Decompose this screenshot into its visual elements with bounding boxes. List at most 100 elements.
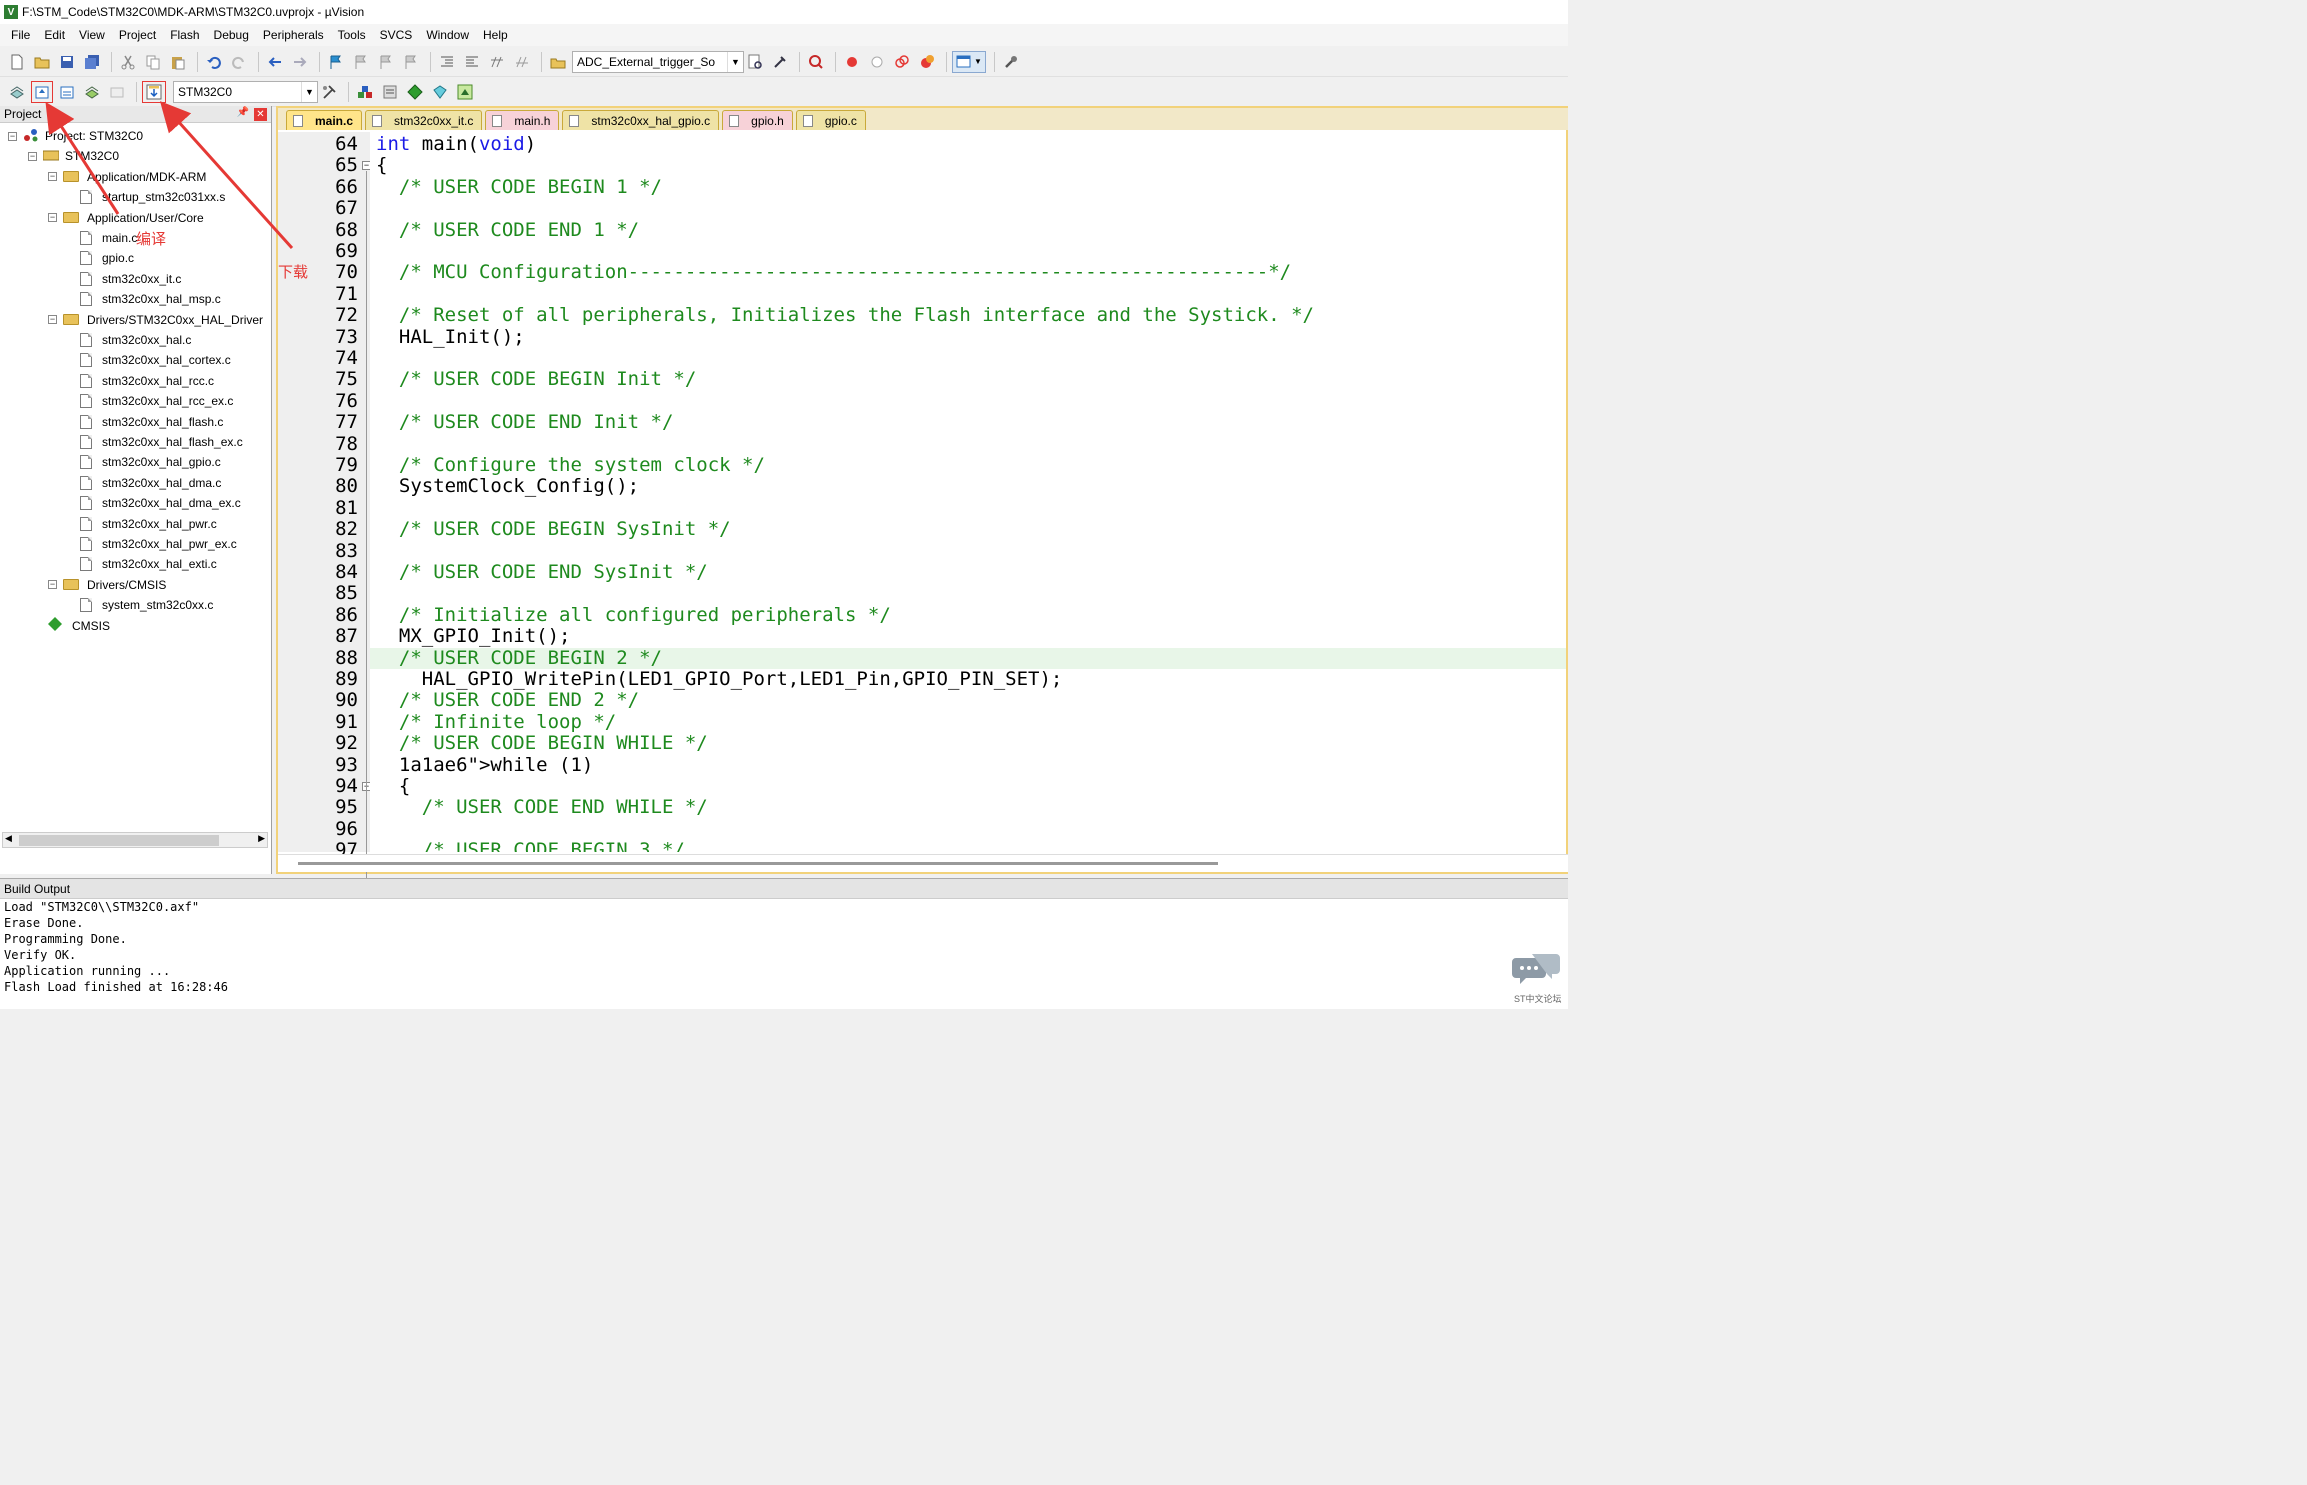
menu-edit[interactable]: Edit	[37, 24, 72, 46]
code-line[interactable]: /* USER CODE BEGIN 3 */	[376, 840, 685, 852]
tree-file-item[interactable]: stm32c0xx_it.c	[80, 269, 181, 289]
target-combo[interactable]: STM32C0 ▼	[173, 80, 318, 103]
tree-file-item[interactable]: stm32c0xx_hal_rcc.c	[80, 371, 214, 391]
breakpoint-insert-icon[interactable]	[841, 51, 863, 73]
collapse-icon[interactable]: −	[48, 213, 57, 223]
tree-folder-item[interactable]: − Drivers/STM32C0xx_HAL_Driver	[48, 310, 263, 330]
window-layout-dropdown[interactable]: ▼	[952, 50, 986, 73]
new-file-icon[interactable]	[6, 51, 28, 73]
bookmark-clear-icon[interactable]	[400, 51, 422, 73]
undo-icon[interactable]	[203, 51, 225, 73]
bookmark-prev-icon[interactable]	[350, 51, 372, 73]
nav-back-icon[interactable]	[264, 51, 286, 73]
run-time-env-icon[interactable]	[454, 81, 476, 103]
select-packs-icon[interactable]	[429, 81, 451, 103]
editor-tab-gpio-c[interactable]: gpio.c	[795, 110, 866, 130]
code-line[interactable]: MX_GPIO_Init();	[376, 626, 571, 647]
scrollbar-thumb[interactable]	[19, 835, 219, 846]
build-button[interactable]	[31, 80, 53, 103]
code-line[interactable]: /* Infinite loop */	[376, 711, 616, 733]
tree-file-item[interactable]: stm32c0xx_hal_gpio.c	[80, 452, 221, 472]
save-all-icon[interactable]	[81, 51, 103, 73]
tree-folder-item[interactable]: − Application/MDK-ARM	[48, 167, 206, 187]
chevron-down-icon[interactable]: ▼	[727, 51, 743, 72]
menu-tools[interactable]: Tools	[331, 24, 373, 46]
code-line[interactable]: HAL_GPIO_WritePin(LED1_GPIO_Port,LED1_Pi…	[376, 669, 1063, 690]
close-icon[interactable]: ✕	[254, 108, 267, 121]
tree-file-item[interactable]: stm32c0xx_hal_dma_ex.c	[80, 493, 241, 513]
open-folder-icon[interactable]	[31, 51, 53, 73]
batch-build-icon[interactable]	[81, 81, 103, 103]
tree-folder-item[interactable]: − Application/User/Core	[48, 208, 204, 228]
tree-file-item[interactable]: main.c	[80, 228, 137, 248]
code-line[interactable]: /* USER CODE BEGIN WHILE */	[376, 733, 708, 754]
chevron-down-icon[interactable]: ▼	[301, 81, 317, 102]
scroll-right-icon[interactable]: ▶	[258, 833, 265, 844]
tree-file-item[interactable]: stm32c0xx_hal_exti.c	[80, 554, 217, 574]
translate-icon[interactable]	[6, 81, 28, 103]
scroll-left-icon[interactable]: ◀	[5, 833, 12, 844]
code-line[interactable]: /* USER CODE END SysInit */	[376, 562, 708, 583]
scrollbar-thumb[interactable]	[298, 862, 1218, 865]
cut-icon[interactable]	[117, 51, 139, 73]
collapse-icon[interactable]: −	[48, 172, 57, 182]
debug-settings-icon[interactable]	[769, 51, 791, 73]
code-line[interactable]: {	[376, 776, 410, 797]
pack-installer-icon[interactable]	[404, 81, 426, 103]
editor-tab-main-c[interactable]: main.c	[286, 110, 363, 130]
tree-file-item[interactable]: stm32c0xx_hal_flash_ex.c	[80, 432, 243, 452]
comment-icon[interactable]	[486, 51, 508, 73]
redo-icon[interactable]	[228, 51, 250, 73]
collapse-icon[interactable]: −	[48, 315, 57, 325]
code-line[interactable]: {	[376, 155, 387, 176]
tree-file-item[interactable]: gpio.c	[80, 248, 134, 268]
nav-forward-icon[interactable]	[289, 51, 311, 73]
tree-file-item[interactable]: stm32c0xx_hal_pwr.c	[80, 514, 217, 534]
manage-components-icon[interactable]	[354, 81, 376, 103]
menu-svcs[interactable]: SVCS	[373, 24, 420, 46]
menu-project[interactable]: Project	[112, 24, 163, 46]
editor-tab-main-h[interactable]: main.h	[485, 110, 560, 130]
paste-icon[interactable]	[167, 51, 189, 73]
code-line[interactable]: /* MCU Configuration--------------------…	[376, 262, 1291, 283]
copy-icon[interactable]	[142, 51, 164, 73]
incremental-find-icon[interactable]	[744, 51, 766, 73]
tree-component-item[interactable]: CMSIS	[48, 616, 110, 636]
pin-icon[interactable]: 📌	[237, 107, 249, 118]
code-line[interactable]: /* USER CODE BEGIN SysInit */	[376, 519, 731, 540]
editor-horizontal-scrollbar[interactable]	[278, 854, 1568, 872]
tree-file-item[interactable]: startup_stm32c031xx.s	[80, 187, 225, 207]
menu-view[interactable]: View	[72, 24, 112, 46]
code-line[interactable]: /* USER CODE END WHILE */	[376, 797, 708, 818]
bookmark-next-icon[interactable]	[375, 51, 397, 73]
collapse-icon[interactable]: −	[8, 131, 17, 141]
target-options-icon[interactable]	[318, 81, 340, 103]
code-area[interactable]: int main(void){ /* USER CODE BEGIN 1 */ …	[370, 132, 1566, 852]
code-line[interactable]: /* USER CODE END Init */	[376, 412, 674, 433]
tree-root-item[interactable]: − Project: STM32C0	[8, 126, 143, 146]
horizontal-scrollbar[interactable]: ◀ ▶	[2, 832, 268, 848]
breakpoint-disable-all-icon[interactable]	[891, 51, 913, 73]
indent-icon[interactable]	[436, 51, 458, 73]
uncomment-icon[interactable]	[511, 51, 533, 73]
tree-file-item[interactable]: system_stm32c0xx.c	[80, 595, 213, 615]
tree-file-item[interactable]: stm32c0xx_hal_flash.c	[80, 412, 223, 432]
collapse-icon[interactable]: −	[48, 580, 57, 590]
code-line[interactable]: /* USER CODE BEGIN Init */	[376, 369, 696, 390]
code-line[interactable]: SystemClock_Config();	[376, 476, 639, 497]
stop-build-icon[interactable]	[106, 81, 128, 103]
tree-file-item[interactable]: stm32c0xx_hal_msp.c	[80, 289, 221, 309]
code-line[interactable]: /* Initialize all configured peripherals…	[376, 604, 891, 626]
rebuild-icon[interactable]	[56, 81, 78, 103]
editor-tab-stm32c0xx_hal_gpio-c[interactable]: stm32c0xx_hal_gpio.c	[562, 110, 720, 130]
bookmark-toggle-icon[interactable]	[325, 51, 347, 73]
collapse-icon[interactable]: −	[28, 151, 37, 161]
find-in-files-icon[interactable]	[547, 51, 569, 73]
tree-file-item[interactable]: stm32c0xx_hal.c	[80, 330, 191, 350]
code-line[interactable]: int main(void)	[376, 134, 536, 155]
tree-target-item[interactable]: − STM32C0	[28, 146, 119, 166]
tree-file-item[interactable]: stm32c0xx_hal_rcc_ex.c	[80, 391, 233, 411]
breakpoint-disable-icon[interactable]	[866, 51, 888, 73]
tree-file-item[interactable]: stm32c0xx_hal_pwr_ex.c	[80, 534, 237, 554]
find-combo[interactable]: ADC_External_trigger_So ▼	[572, 50, 744, 73]
